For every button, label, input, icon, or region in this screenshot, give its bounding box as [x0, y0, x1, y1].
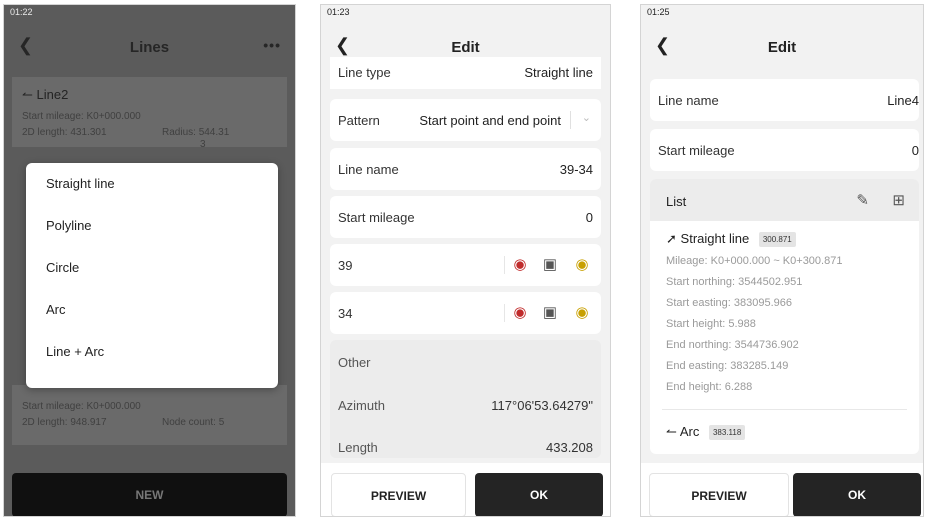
button-bar: PREVIEW OK	[641, 463, 923, 516]
pattern-value: Start point and end point	[419, 113, 561, 128]
segment-start-easting: Start easting: 383095.966	[666, 297, 792, 309]
start-point-row[interactable]: 39 ◉ ▣ ◉	[330, 244, 601, 286]
arc-icon: ↼	[22, 87, 33, 102]
start-mileage-label: Start mileage	[338, 210, 415, 225]
list-header: List ✎ ⊞	[650, 179, 919, 221]
target-icon[interactable]: ◉	[573, 256, 591, 274]
segment-type: Straight line	[680, 231, 750, 246]
segment-start-height: Start height: 5.988	[666, 318, 756, 330]
line-name-value[interactable]: 39-34	[560, 162, 593, 177]
length-label: Length	[338, 440, 378, 455]
chevron-down-icon[interactable]: ⌄	[582, 111, 591, 124]
pattern-label: Pattern	[338, 113, 380, 128]
new-button[interactable]: NEW	[12, 473, 287, 516]
page-title: Edit	[451, 39, 480, 56]
divider	[662, 409, 907, 410]
line-type-menu: Straight line Polyline Circle Arc Line +…	[26, 163, 278, 388]
line-length: 2D length: 431.301	[22, 127, 107, 138]
line-name-value[interactable]: Line4	[887, 93, 919, 108]
screen-edit-line: 01:23 ❮ Edit Line type Straight line Pat…	[320, 4, 611, 517]
more-icon[interactable]: •••	[263, 37, 281, 53]
line-radius-tail: 3	[200, 139, 206, 150]
ok-button[interactable]: OK	[475, 473, 603, 516]
line-radius: Radius: 544.31	[162, 127, 230, 138]
nav-bar: ❮ Edit	[641, 27, 923, 67]
end-point-row[interactable]: 34 ◉ ▣ ◉	[330, 292, 601, 334]
list-label: List	[666, 194, 687, 209]
line-name: Line2	[36, 87, 69, 102]
segment-start-northing: Start northing: 3544502.951	[666, 276, 803, 288]
end-point-value[interactable]: 34	[338, 306, 352, 321]
segment-length-badge: 383.118	[708, 425, 746, 441]
azimuth-value: 117°06'53.64279"	[491, 398, 593, 413]
azimuth-label: Azimuth	[338, 398, 385, 413]
line-name-label: Line name	[338, 162, 399, 177]
ok-button[interactable]: OK	[793, 473, 921, 516]
straight-line-icon: ➚	[666, 231, 677, 246]
status-time: 01:23	[327, 7, 350, 17]
arc-icon: ↼	[666, 424, 677, 439]
line-name-label: Line name	[658, 93, 719, 108]
segment-list: List ✎ ⊞ ➚ Straight line 300.871 Mileage…	[650, 179, 919, 454]
start-mileage-row[interactable]: Start mileage 0	[650, 129, 919, 171]
segment-end-easting: End easting: 383285.149	[666, 360, 789, 372]
list-item[interactable]: ↼ Arc 383.118	[666, 424, 746, 441]
line-type-label: Line type	[338, 65, 391, 80]
target-icon[interactable]: ◉	[511, 304, 529, 322]
segment-end-northing: End northing: 3544736.902	[666, 339, 799, 351]
segment-end-height: End height: 6.288	[666, 381, 753, 393]
status-time: 01:22	[10, 7, 33, 17]
add-segment-icon[interactable]: ⊞	[892, 191, 905, 209]
preview-button[interactable]: PREVIEW	[649, 473, 789, 516]
menu-item-line-arc[interactable]: Line + Arc	[26, 331, 278, 373]
pattern-row[interactable]: Pattern Start point and end point ⌄	[330, 99, 601, 141]
line-name-row[interactable]: Line name 39-34	[330, 148, 601, 190]
segment-mileage: Mileage: K0+000.000 ~ K0+300.871	[666, 255, 843, 267]
start-mileage-row[interactable]: Start mileage 0	[330, 196, 601, 238]
line-type-row[interactable]: Line type Straight line	[330, 57, 601, 89]
line-type-value: Straight line	[524, 65, 593, 80]
menu-item-arc[interactable]: Arc	[26, 289, 278, 331]
other-label: Other	[338, 355, 371, 370]
page-title: Edit	[767, 39, 797, 56]
line-start-mileage: Start mileage: K0+000.000	[22, 401, 141, 412]
menu-item-straight-line[interactable]: Straight line	[26, 163, 278, 205]
page-title: Lines	[129, 39, 170, 56]
nav-bar: ❮ Lines •••	[4, 27, 295, 67]
menu-item-circle[interactable]: Circle	[26, 247, 278, 289]
other-section: Other Azimuth 117°06'53.64279" Length 43…	[330, 340, 601, 458]
button-bar: PREVIEW OK	[321, 463, 610, 516]
menu-item-polyline[interactable]: Polyline	[26, 205, 278, 247]
start-mileage-value[interactable]: 0	[912, 143, 919, 158]
list-item[interactable]: ➚ Straight line 300.871	[666, 231, 796, 248]
map-pin-icon[interactable]: ▣	[541, 256, 559, 274]
line-card-line5[interactable]: Start mileage: K0+000.000 2D length: 948…	[12, 385, 287, 445]
divider	[570, 111, 571, 129]
divider	[504, 304, 505, 322]
line-name-row[interactable]: Line name Line4	[650, 79, 919, 121]
map-pin-icon[interactable]: ▣	[541, 304, 559, 322]
line-start-mileage: Start mileage: K0+000.000	[22, 111, 141, 122]
divider	[504, 256, 505, 274]
preview-button[interactable]: PREVIEW	[331, 473, 466, 516]
target-icon[interactable]: ◉	[573, 304, 591, 322]
edit-segment-icon[interactable]: ✎	[856, 191, 869, 209]
screen-lines: 01:22 ❮ Lines ••• ↼ Line2 Start mileage:…	[3, 4, 296, 517]
segment-length-badge: 300.871	[758, 232, 796, 248]
line-card-line2[interactable]: ↼ Line2 Start mileage: K0+000.000 2D len…	[12, 77, 287, 150]
length-value: 433.208	[546, 440, 593, 455]
status-time: 01:25	[647, 7, 670, 17]
line-length: 2D length: 948.917	[22, 417, 107, 428]
start-point-value[interactable]: 39	[338, 258, 352, 273]
target-icon[interactable]: ◉	[511, 256, 529, 274]
line-node-count: Node count: 5	[162, 417, 225, 428]
segment-type: Arc	[679, 424, 700, 439]
start-mileage-value[interactable]: 0	[586, 210, 593, 225]
screen-edit-polyline: 01:25 ❮ Edit Line name Line4 Start milea…	[640, 4, 924, 517]
start-mileage-label: Start mileage	[658, 143, 735, 158]
